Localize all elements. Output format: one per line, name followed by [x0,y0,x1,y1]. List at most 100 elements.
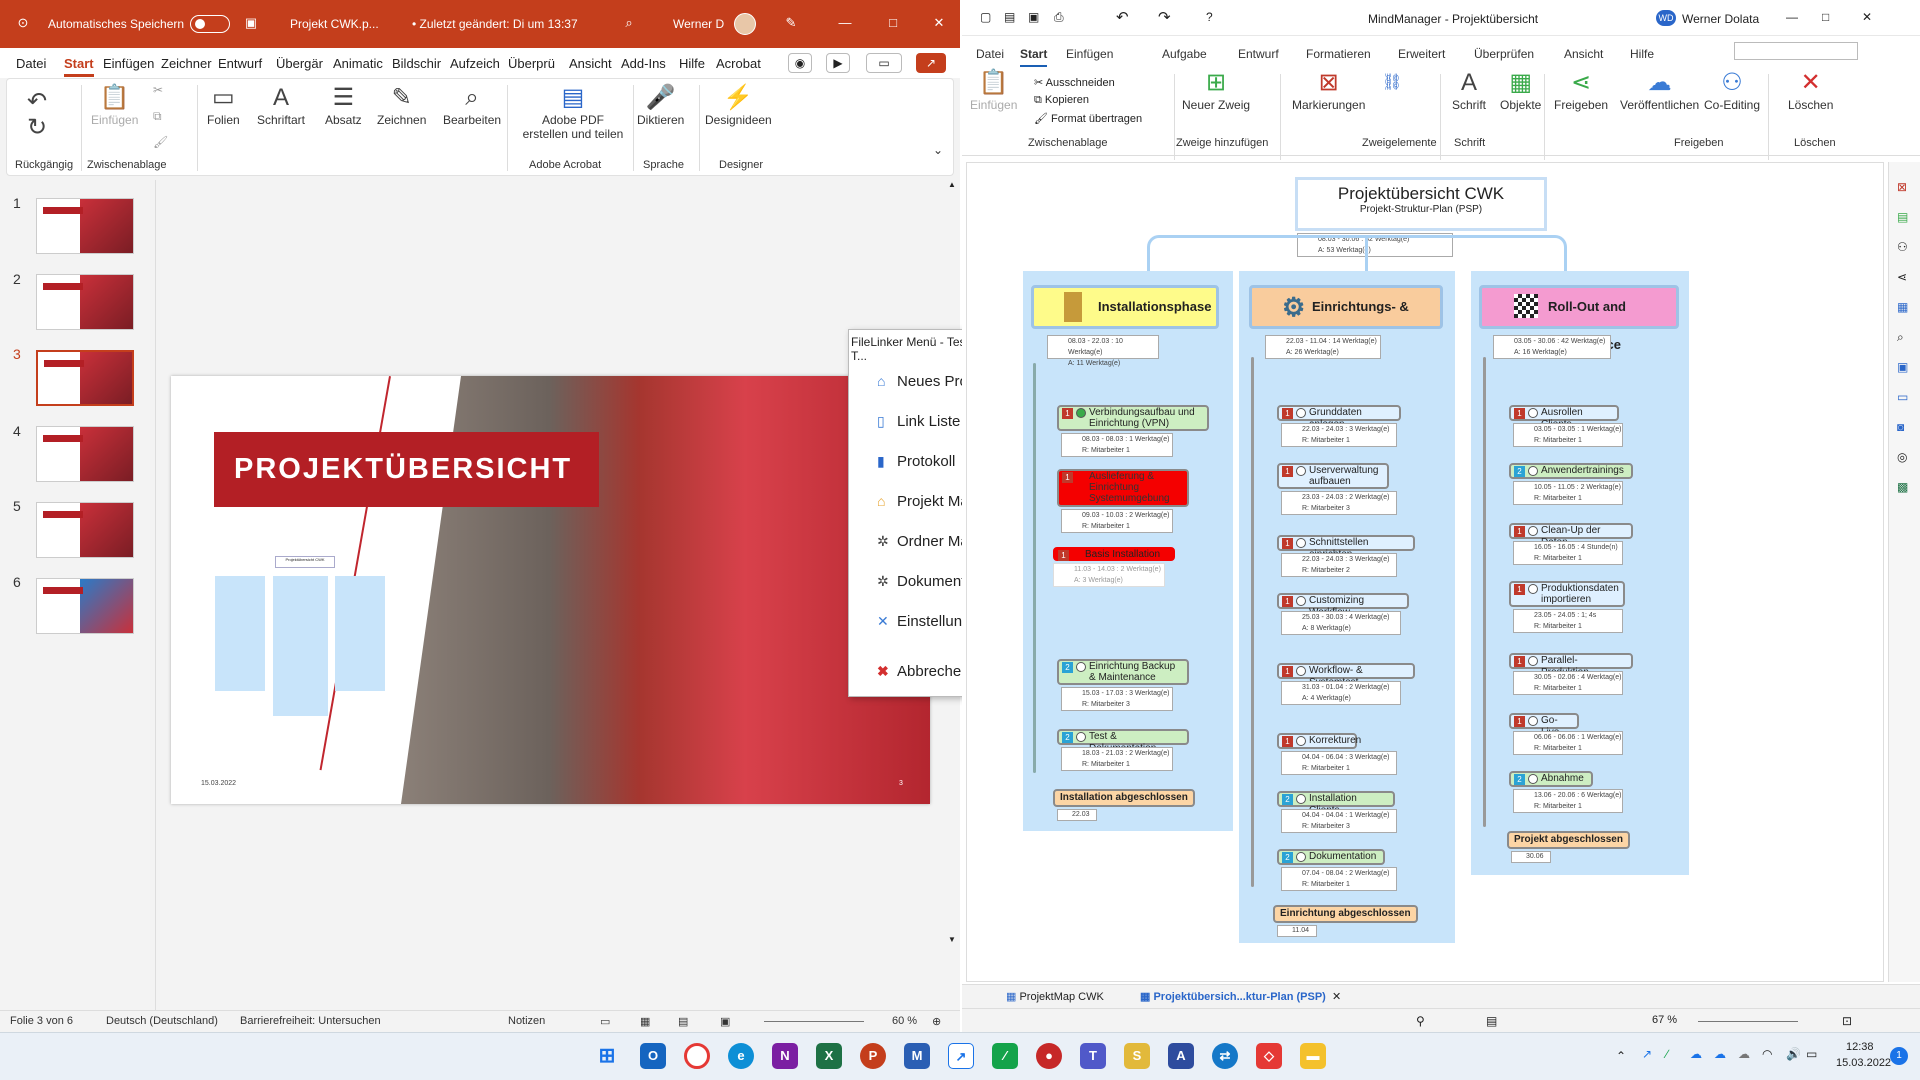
fit-map-icon[interactable]: ⊡ [1842,1014,1852,1028]
tray-icon[interactable]: ∕ [1666,1047,1668,1061]
undo-icon[interactable]: ↶ [1116,8,1129,26]
slides-button[interactable]: ▭ Folien [207,83,240,127]
edge-icon[interactable]: e [728,1043,754,1069]
chevron-down-icon[interactable]: ⌄ [933,143,943,157]
share-panel-icon[interactable]: ⋖ [1897,270,1907,284]
clock-date[interactable]: 15.03.2022 [1836,1057,1891,1069]
mm-user-name[interactable]: Werner Dolata [1682,12,1759,26]
tray-icon[interactable]: ↗ [1642,1047,1652,1061]
format-painter-button[interactable]: 🖌 Format übertragen [1034,112,1142,125]
excel-icon[interactable]: ▩ [1897,480,1908,494]
slideshow-icon[interactable]: ▣ [720,1015,730,1028]
doc-tab-projektmap[interactable]: ▦ ProjektMap CWK [1006,990,1104,1003]
tab-start[interactable]: Start [64,56,94,77]
phase-setup-test[interactable]: ⚙Einrichtungs- & Testphase [1249,285,1443,352]
battery-icon[interactable]: ▭ [1806,1047,1817,1061]
edit-button[interactable]: ⌕ Bearbeiten [443,83,501,127]
maximize-icon[interactable]: □ [884,15,902,33]
slide-thumb-1[interactable] [36,198,134,254]
tab-animationen[interactable]: Animatic [333,56,383,71]
onedrive-icon[interactable]: ☁ [1690,1047,1702,1061]
mindmanager-icon[interactable]: M [904,1043,930,1069]
tab-entwurf[interactable]: Entwurf [218,56,262,71]
tab-start[interactable]: Start [1020,47,1048,67]
task-node[interactable]: 1Workflow- & Systemtest [1277,663,1415,688]
filter-icon[interactable]: ⚲ [1416,1014,1425,1028]
excel-icon[interactable]: X [816,1043,842,1069]
task-node[interactable]: 1Customizing Workflow [1277,593,1409,618]
tab-erweitert[interactable]: Erweitert [1398,47,1445,61]
tab-hilfe[interactable]: Hilfe [1630,47,1654,61]
present-icon[interactable]: ▶ [826,53,850,73]
task-node[interactable]: 1 Basis Installation [1053,547,1175,561]
paragraph-button[interactable]: ☰ Absatz [325,83,362,127]
map-root-topic[interactable]: Projektübersicht CWK Projekt-Struktur-Pl… [1295,177,1547,231]
chevron-up-icon[interactable]: ⌃ [1616,1049,1626,1063]
chrome-icon[interactable] [684,1043,710,1069]
library-panel-icon[interactable]: ▦ [1897,300,1908,314]
milestone-node[interactable]: Projekt abgeschlossen [1507,831,1630,849]
mm-paste-button[interactable]: 📋 Einfügen [970,68,1017,112]
azure-icon[interactable]: A [1168,1043,1194,1069]
tab-formatieren[interactable]: Formatieren [1306,47,1371,61]
task-node[interactable]: 2Test & Dokumentation [1057,729,1189,754]
app-s-icon[interactable]: S [1124,1043,1150,1069]
tab-zeichnen[interactable]: Zeichner [161,56,212,71]
mindmap-canvas[interactable]: Projektübersicht CWK Projekt-Struktur-Pl… [966,162,1884,982]
redo-icon[interactable]: ↻ [27,113,47,143]
notes-button[interactable]: Notizen [508,1015,545,1027]
slide-thumb-3[interactable] [36,350,134,406]
phase-rollout[interactable]: Roll-Out and Acceptance [1479,285,1679,352]
publish-button[interactable]: ☁ Veröffentlichen [1620,68,1699,112]
task-node[interactable]: 1 Auslieferung & Einrichtung Systemumgebu… [1057,469,1189,507]
pen-icon[interactable]: ✎ [782,15,800,33]
task-node[interactable]: 2 Dokumentation [1277,849,1385,865]
markers-button[interactable]: ⊠ Markierungen [1292,68,1365,112]
zoom-level[interactable]: 60 % [892,1015,917,1027]
tab-ueberpruefen[interactable]: Überprü [508,56,555,71]
tab-bildschirm[interactable]: Bildschir [392,56,441,71]
task-node[interactable]: 2Installation Clients [1277,791,1395,816]
clock-time[interactable]: 12:38 [1846,1041,1874,1053]
screen-recorder-icon[interactable]: ● [1036,1043,1062,1069]
menu-item-cancel[interactable]: ✖ Abbrechen [877,663,970,680]
tab-einfuegen[interactable]: Einfügen [103,56,154,71]
adobe-pdf-button[interactable]: ▤ Adobe PDF erstellen und teilen [517,83,629,141]
volume-icon[interactable]: 🔊 [1786,1047,1801,1061]
task-node[interactable]: 1 Produktionsdaten importieren [1509,581,1625,607]
save-icon[interactable]: ▣ [1028,10,1039,24]
tab-hilfe[interactable]: Hilfe [679,56,705,71]
task-node[interactable]: 1Go-Live [1509,713,1579,738]
tab-ueberpruefen[interactable]: Überprüfen [1474,47,1534,61]
task-node[interactable]: 1Clean-Up der Daten [1509,523,1633,548]
slide-thumb-5[interactable] [36,502,134,558]
cloud-icon[interactable]: ☁ [1738,1047,1750,1061]
onenote-icon[interactable]: N [772,1043,798,1069]
outlook-icon[interactable]: ◙ [1897,420,1904,434]
menu-item-protocol[interactable]: ▮ Protokoll [877,453,955,470]
normal-view-icon[interactable]: ▭ [600,1015,610,1028]
task-node[interactable]: 1Parallel- Produktion [1509,653,1633,678]
notification-badge[interactable]: 1 [1890,1047,1908,1065]
maximize-icon[interactable]: □ [1822,10,1829,24]
fit-slide-icon[interactable]: ⊕ [932,1015,941,1028]
mm-zoom-level[interactable]: 67 % [1652,1014,1677,1026]
objects-button[interactable]: ▦ Objekte [1500,68,1541,112]
print-icon[interactable]: ⎙ [1054,10,1064,25]
minimize-icon[interactable]: — [1786,10,1798,24]
note-panel-icon[interactable]: ▭ [1897,390,1908,404]
tab-uebergaenge[interactable]: Übergär [276,56,323,71]
zoom-slider[interactable] [764,1021,864,1022]
delete-button[interactable]: ✕ Löschen [1788,68,1833,112]
tab-ansicht[interactable]: Ansicht [569,56,612,71]
task-node[interactable]: 2 Abnahme [1509,771,1593,787]
onedrive-icon[interactable]: ☁ [1714,1047,1726,1061]
paste-button[interactable]: 📋 Einfügen [91,83,138,127]
help-icon[interactable]: ? [1206,10,1213,24]
task-node[interactable]: 1 Verbindungsaufbau und Einrichtung (VPN) [1057,405,1209,431]
font-button[interactable]: A Schriftart [257,83,305,127]
task-node[interactable]: 1Ausrollen Clients [1509,405,1619,430]
reading-view-icon[interactable]: ▤ [678,1015,688,1028]
layout-icon[interactable]: ▤ [1486,1014,1497,1028]
tab-acrobat[interactable]: Acrobat [716,56,761,71]
